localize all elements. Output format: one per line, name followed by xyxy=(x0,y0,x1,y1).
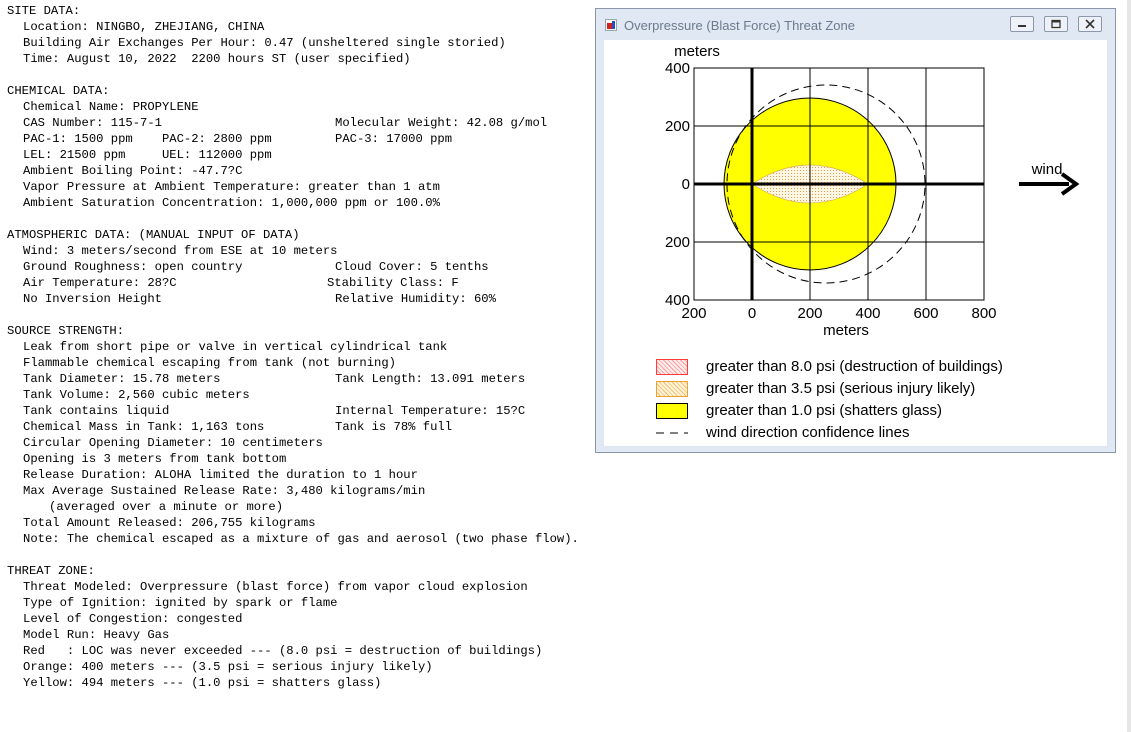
atmospheric-data-heading: ATMOSPHERIC DATA: (MANUAL INPUT OF DATA) xyxy=(7,228,300,242)
time-line: Time: August 10, 2022 2200 hours ST (use… xyxy=(23,52,411,66)
site-data-heading: SITE DATA: xyxy=(7,4,81,18)
y-axis-unit-label: meters xyxy=(674,43,720,60)
tank-contents: Tank contains liquid xyxy=(23,404,170,418)
threat-report-text: SITE DATA: Location: NINGBO, ZHEJIANG, C… xyxy=(7,3,579,691)
two-phase-note-line: Note: The chemical escaped as a mixture … xyxy=(23,532,579,546)
averaged-note-line: (averaged over a minute or more) xyxy=(49,500,284,514)
minimize-button[interactable] xyxy=(1010,16,1034,32)
total-released-line: Total Amount Released: 206,755 kilograms xyxy=(23,516,316,530)
internal-temperature: Internal Temperature: 15?C xyxy=(335,404,526,418)
close-icon xyxy=(1085,19,1095,29)
legend-label: greater than 8.0 psi (destruction of bui… xyxy=(706,358,1003,375)
wind-label: wind xyxy=(1031,161,1063,178)
x-tick-label: 600 xyxy=(913,305,938,322)
release-rate-line: Max Average Sustained Release Rate: 3,48… xyxy=(23,484,426,498)
tank-fill: Tank is 78% full xyxy=(335,420,453,434)
y-tick-label: 400 xyxy=(665,60,690,77)
source-strength-heading: SOURCE STRENGTH: xyxy=(7,324,125,338)
x-tick-label: 200 xyxy=(681,305,706,322)
opening-diameter-line: Circular Opening Diameter: 10 centimeter… xyxy=(23,436,323,450)
opening-position-line: Opening is 3 meters from tank bottom xyxy=(23,452,287,466)
legend-label: greater than 3.5 psi (serious injury lik… xyxy=(706,380,976,397)
chemical-name-line: Chemical Name: PROPYLENE xyxy=(23,100,199,114)
x-tick-label: 800 xyxy=(971,305,996,322)
flammable-line: Flammable chemical escaping from tank (n… xyxy=(23,356,396,370)
legend-label: wind direction confidence lines xyxy=(706,424,910,441)
red-zone-swatch xyxy=(656,359,688,375)
boiling-point-line: Ambient Boiling Point: -47.7?C xyxy=(23,164,243,178)
ground-roughness: Ground Roughness: open country xyxy=(23,260,243,274)
restore-icon xyxy=(1051,19,1061,29)
y-tick-label: 0 xyxy=(682,176,690,193)
yellow-zone-line: Yellow: 494 meters --- (1.0 psi = shatte… xyxy=(23,676,382,690)
location-line: Location: NINGBO, ZHEJIANG, CHINA xyxy=(23,20,265,34)
air-exchanges-line: Building Air Exchanges Per Hour: 0.47 (u… xyxy=(23,36,506,50)
vapor-pressure-line: Vapor Pressure at Ambient Temperature: g… xyxy=(23,180,440,194)
dashed-line-swatch xyxy=(656,432,688,434)
threat-modeled-line: Threat Modeled: Overpressure (blast forc… xyxy=(23,580,528,594)
stability-class: Stability Class: F xyxy=(327,276,459,290)
cloud-cover: Cloud Cover: 5 tenths xyxy=(335,260,489,274)
orange-zone-swatch xyxy=(656,381,688,397)
saturation-line: Ambient Saturation Concentration: 1,000,… xyxy=(23,196,440,210)
threat-zone-heading: THREAT ZONE: xyxy=(7,564,95,578)
inversion-height: No Inversion Height xyxy=(23,292,162,306)
x-tick-label: 0 xyxy=(748,305,756,322)
molecular-weight: Molecular Weight: 42.08 g/mol xyxy=(335,116,548,130)
x-axis-unit-label: meters xyxy=(823,322,869,339)
y-tick-labels: 400 200 0 200 400 xyxy=(665,60,690,309)
yellow-zone-swatch xyxy=(656,403,688,419)
y-tick-label: 200 xyxy=(665,234,690,251)
threat-zone-window[interactable]: Overpressure (Blast Force) Threat Zone m… xyxy=(595,8,1116,453)
y-tick-label: 200 xyxy=(665,118,690,135)
chemical-data-heading: CHEMICAL DATA: xyxy=(7,84,110,98)
close-button[interactable] xyxy=(1078,16,1102,32)
window-titlebar[interactable]: Overpressure (Blast Force) Threat Zone xyxy=(596,9,1115,41)
minimize-icon xyxy=(1018,25,1026,27)
red-zone-line: Red : LOC was never exceeded --- (8.0 ps… xyxy=(23,644,543,658)
vertical-scrollbar[interactable] xyxy=(1127,0,1131,732)
legend-label: greater than 1.0 psi (shatters glass) xyxy=(706,402,942,419)
air-temperature: Air Temperature: 28?C xyxy=(23,276,177,290)
pac-3: PAC-3: 17000 ppm xyxy=(335,132,453,146)
pac-1-2: PAC-1: 1500 ppm PAC-2: 2800 ppm xyxy=(23,132,272,146)
lel-uel-line: LEL: 21500 ppm UEL: 112000 ppm xyxy=(23,148,272,162)
leak-line: Leak from short pipe or valve in vertica… xyxy=(23,340,448,354)
threat-zone-plot: meters 400 200 0 200 400 200 0 200 400 6… xyxy=(665,43,1080,339)
x-tick-label: 400 xyxy=(855,305,880,322)
release-duration-line: Release Duration: ALOHA limited the dura… xyxy=(23,468,418,482)
cas-number: CAS Number: 115-7-1 xyxy=(23,116,162,130)
relative-humidity: Relative Humidity: 60% xyxy=(335,292,496,306)
restore-button[interactable] xyxy=(1044,16,1068,32)
tank-volume-line: Tank Volume: 2,560 cubic meters xyxy=(23,388,250,402)
window-title: Overpressure (Blast Force) Threat Zone xyxy=(624,18,855,33)
x-tick-labels: 200 0 200 400 600 800 xyxy=(681,305,996,322)
plot-area: meters 400 200 0 200 400 200 0 200 400 6… xyxy=(604,40,1107,446)
model-run-line: Model Run: Heavy Gas xyxy=(23,628,170,642)
chemical-mass: Chemical Mass in Tank: 1,163 tons xyxy=(23,420,265,434)
orange-zone-line: Orange: 400 meters --- (3.5 psi = seriou… xyxy=(23,660,433,674)
x-tick-label: 200 xyxy=(797,305,822,322)
tank-length: Tank Length: 13.091 meters xyxy=(335,372,526,386)
wind-line: Wind: 3 meters/second from ESE at 10 met… xyxy=(23,244,338,258)
app-icon xyxy=(605,19,617,31)
tank-diameter: Tank Diameter: 15.78 meters xyxy=(23,372,221,386)
congestion-line: Level of Congestion: congested xyxy=(23,612,243,626)
ignition-line: Type of Ignition: ignited by spark or fl… xyxy=(23,596,338,610)
